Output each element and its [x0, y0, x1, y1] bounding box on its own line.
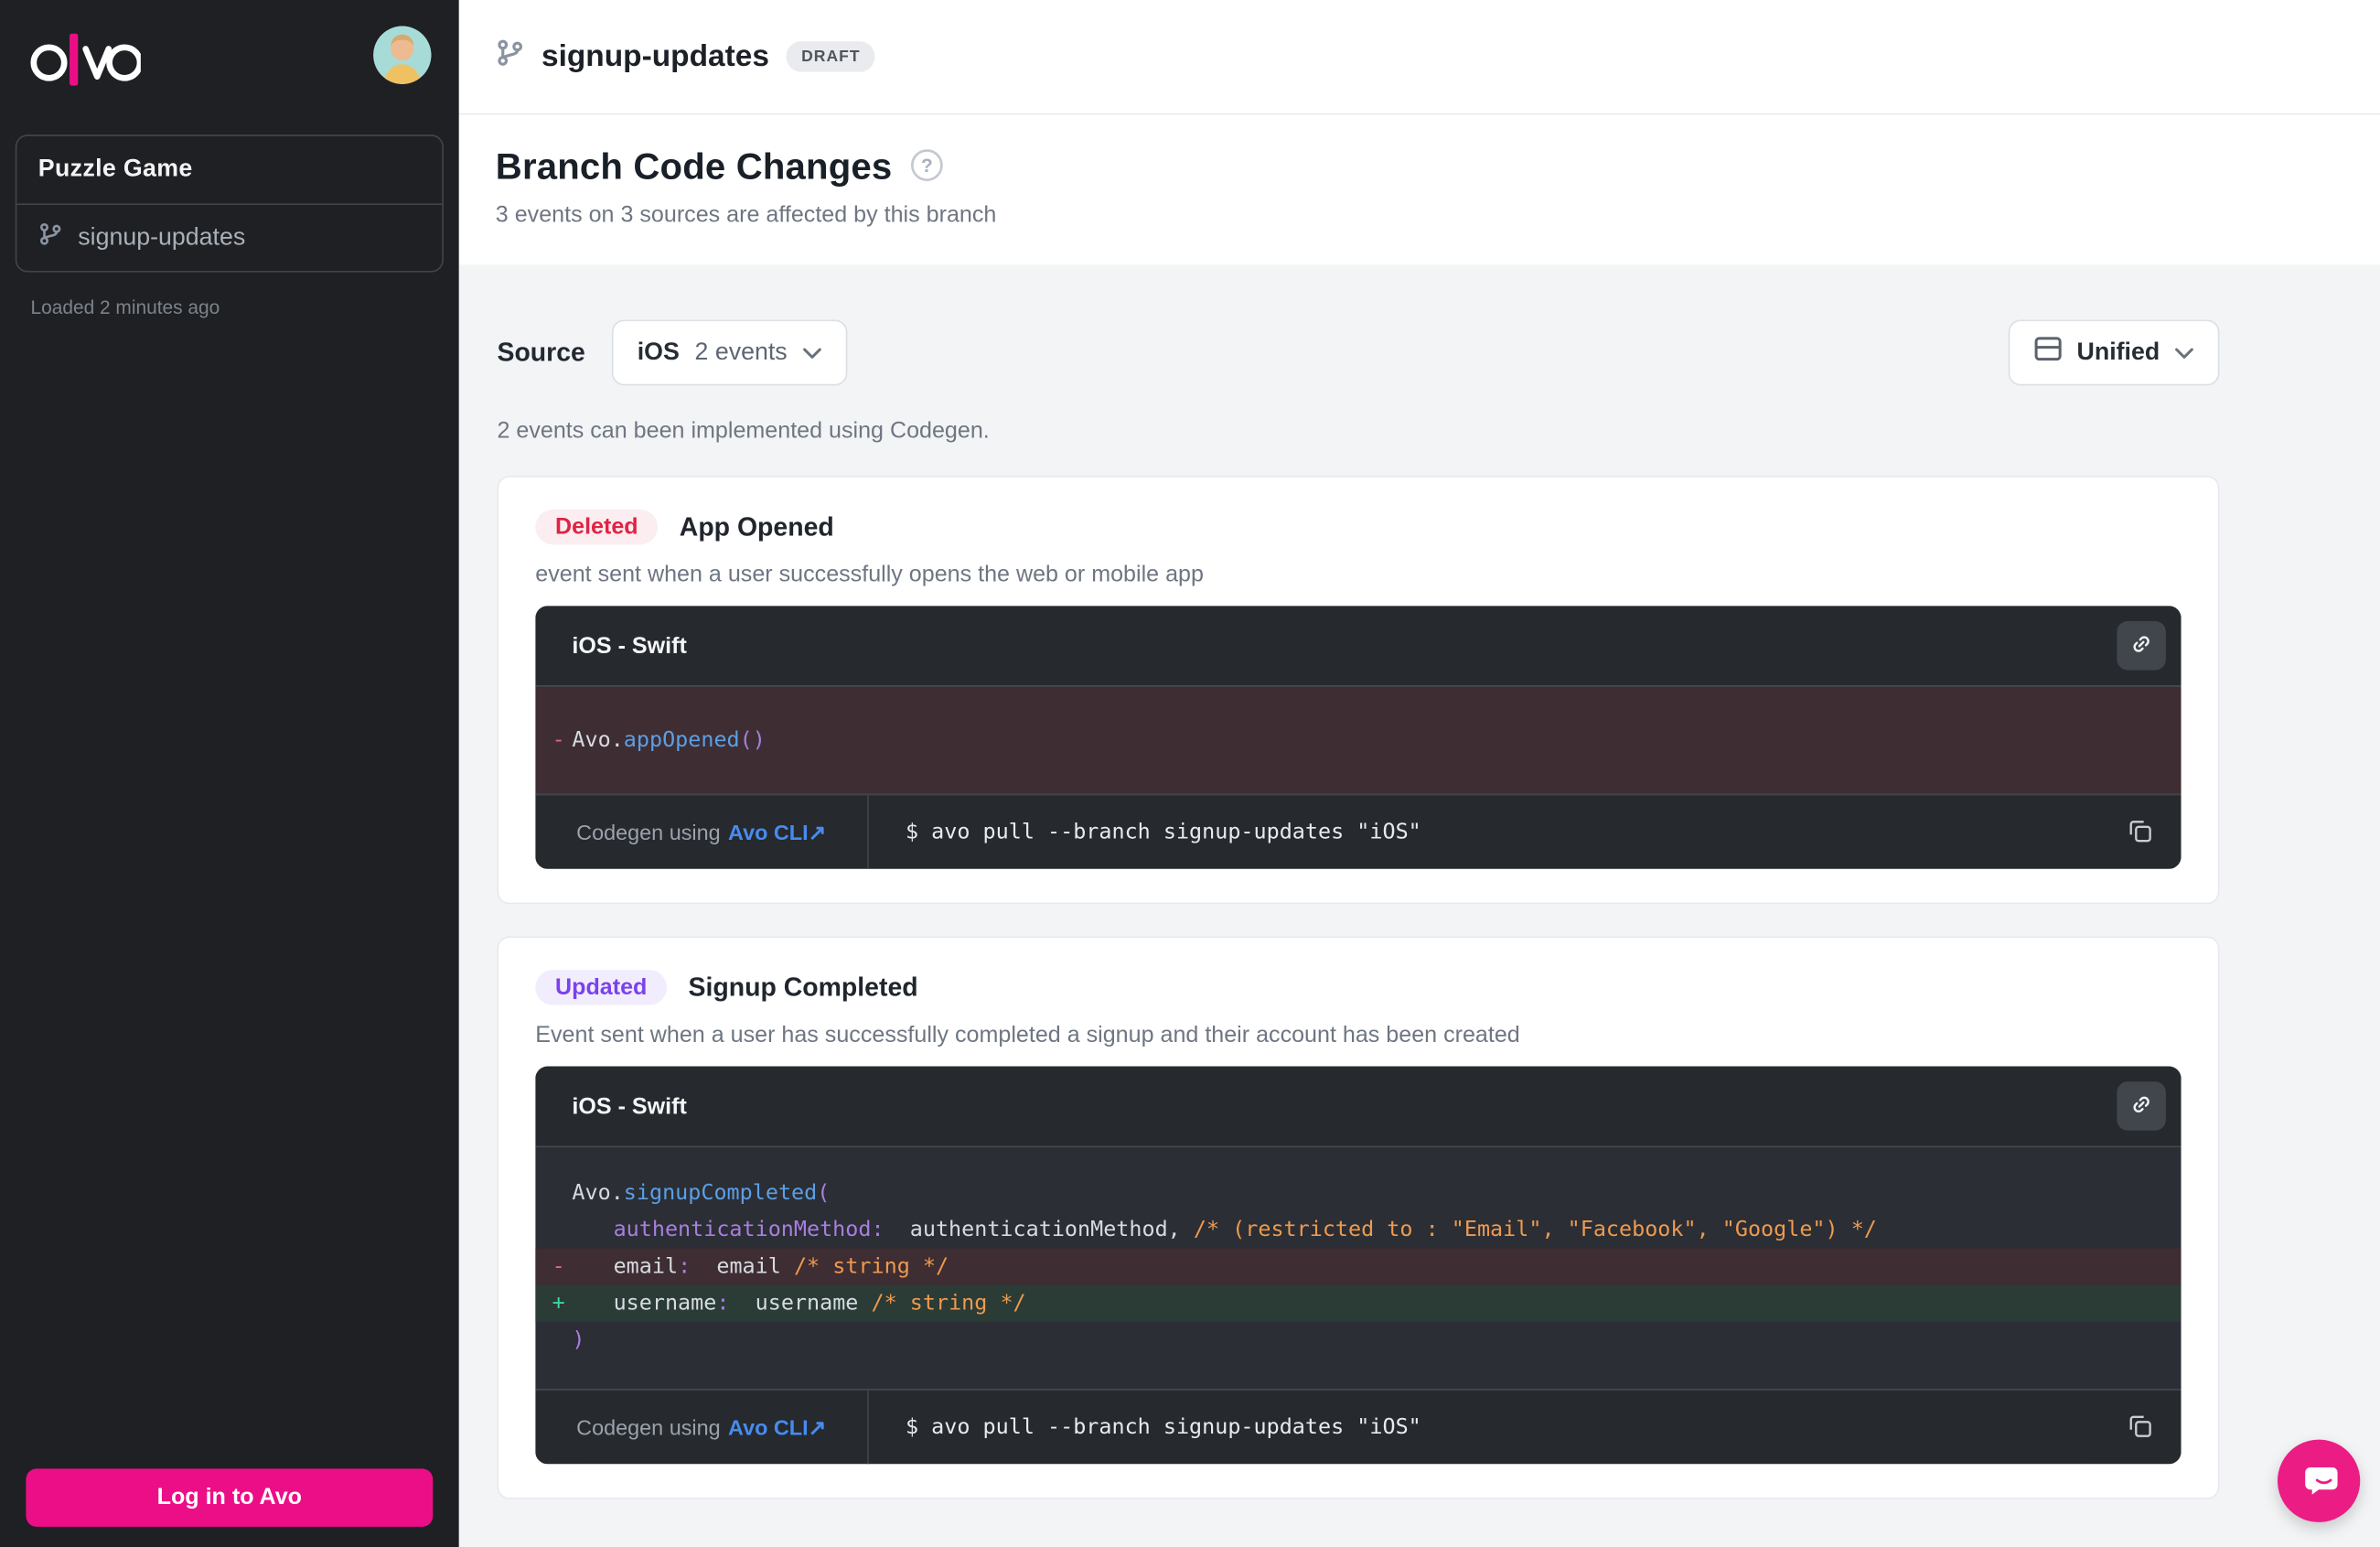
workspace-item[interactable]: Puzzle Game — [16, 136, 442, 204]
code-line-added: + username: username /* string */ — [535, 1285, 2181, 1322]
branch-title: signup-updates — [541, 39, 769, 74]
external-link-icon: ↗ — [809, 819, 827, 843]
source-value: iOS — [638, 338, 680, 366]
app-root: Puzzle Game signup-updates Loaded — [0, 0, 2380, 1547]
event-description: Event sent when a user has successfully … — [535, 1022, 2181, 1047]
sidebar: Puzzle Game signup-updates Loaded — [0, 0, 459, 1547]
event-name: Signup Completed — [689, 972, 918, 1003]
chevron-down-icon — [802, 338, 820, 366]
diff-added-sign: + — [552, 1291, 565, 1316]
code-snippet: iOS - Swift — [535, 606, 2181, 869]
code-line: ) — [535, 1322, 2181, 1359]
avo-cli-link[interactable]: Avo CLI↗ — [728, 819, 826, 844]
login-button[interactable]: Log in to Avo — [26, 1468, 433, 1527]
loaded-status: Loaded 2 minutes ago — [30, 296, 458, 317]
diff-removed-sign: - — [552, 728, 565, 753]
branch-icon — [38, 221, 63, 253]
view-mode-dropdown[interactable]: Unified — [2008, 319, 2219, 385]
avo-logo — [27, 26, 141, 101]
codegen-footer: Codegen using Avo CLI↗ $ avo pull --bran… — [535, 1389, 2181, 1464]
logo-pink-bar — [70, 34, 78, 86]
main-area: signup-updates DRAFT Branch Code Changes… — [459, 0, 2380, 1547]
copy-link-button[interactable] — [2117, 1081, 2166, 1131]
event-name: App Opened — [680, 511, 834, 542]
code-snippet: iOS - Swift — [535, 1067, 2181, 1465]
copy-command-button[interactable] — [2117, 1404, 2162, 1450]
branch-icon — [496, 38, 525, 75]
copy-command-button[interactable] — [2117, 810, 2162, 855]
avo-cli-link[interactable]: Avo CLI↗ — [728, 1414, 826, 1440]
page-subtitle: 3 events on 3 sources are affected by th… — [496, 202, 2343, 228]
draft-badge: DRAFT — [786, 41, 875, 71]
chat-launcher-button[interactable] — [2278, 1440, 2360, 1522]
content: Source iOS 2 events Unified — [459, 264, 2380, 1547]
view-mode-value: Unified — [2077, 338, 2160, 366]
codegen-footer: Codegen using Avo CLI↗ $ avo pull --bran… — [535, 794, 2181, 869]
code-line-removed: - email: email /* string */ — [535, 1249, 2181, 1285]
copy-link-button[interactable] — [2117, 621, 2166, 671]
source-dropdown[interactable]: iOS 2 events — [611, 319, 847, 385]
link-icon — [2128, 1090, 2155, 1122]
event-card-signup-completed: Updated Signup Completed Event sent when… — [497, 936, 2219, 1499]
cli-command: $ avo pull --branch signup-updates "iOS" — [869, 1415, 2117, 1440]
code-line: Avo.signupCompleted( — [535, 1175, 2181, 1211]
status-badge: Updated — [535, 970, 667, 1004]
page-title: Branch Code Changes — [496, 147, 893, 190]
page-head: Branch Code Changes ? 3 events on 3 sour… — [459, 114, 2380, 264]
code-line: authenticationMethod: authenticationMeth… — [535, 1211, 2181, 1248]
source-count: 2 events — [695, 338, 788, 366]
help-icon[interactable]: ? — [910, 147, 944, 188]
unified-view-icon — [2034, 337, 2062, 369]
sidebar-branch-item[interactable]: signup-updates — [16, 203, 442, 271]
workspace-name: Puzzle Game — [38, 156, 193, 184]
event-description: event sent when a user successfully open… — [535, 562, 2181, 587]
link-icon — [2128, 629, 2155, 661]
cli-command: $ avo pull --branch signup-updates "iOS" — [869, 820, 2117, 844]
event-card-app-opened: Deleted App Opened event sent when a use… — [497, 476, 2219, 904]
external-link-icon: ↗ — [809, 1414, 827, 1439]
copy-icon — [2125, 814, 2155, 849]
project-switcher: Puzzle Game signup-updates — [16, 134, 444, 273]
copy-icon — [2125, 1410, 2155, 1445]
sidebar-branch-label: signup-updates — [78, 224, 245, 252]
diff-removed-sign: - — [552, 1254, 565, 1279]
branch-header: signup-updates DRAFT — [459, 0, 2380, 114]
status-badge: Deleted — [535, 510, 658, 544]
svg-text:?: ? — [921, 155, 933, 176]
code-diff-removed: - Avo.appOpened() — [535, 685, 2181, 794]
code-language-label: iOS - Swift — [572, 632, 686, 658]
source-label: Source — [497, 338, 584, 368]
user-avatar[interactable] — [373, 26, 432, 84]
code-diff: Avo.signupCompleted( authenticationMetho… — [535, 1146, 2181, 1390]
code-language-label: iOS - Swift — [572, 1093, 686, 1119]
chevron-down-icon — [2175, 338, 2193, 366]
codegen-note: 2 events can been implemented using Code… — [497, 418, 2219, 444]
chat-bubble-icon — [2296, 1456, 2342, 1506]
